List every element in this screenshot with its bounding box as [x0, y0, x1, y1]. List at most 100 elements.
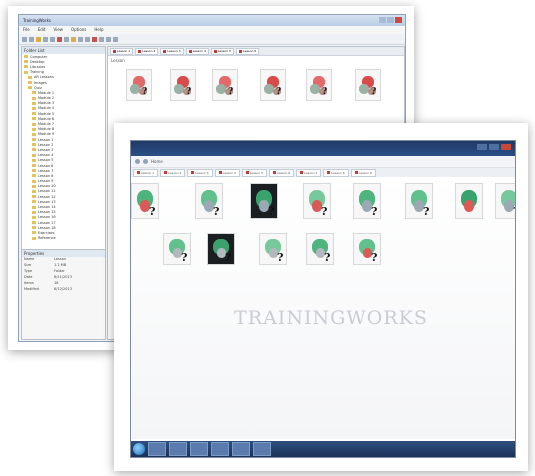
tree-item-label: Module 9 [38, 132, 55, 137]
tree-item-label: Computer [30, 54, 48, 59]
zoom-icon[interactable] [99, 36, 104, 42]
back-icon[interactable] [22, 36, 27, 42]
taskbar-app-2-icon[interactable] [169, 442, 187, 456]
front-window-controls [477, 144, 511, 150]
new-folder-icon[interactable] [71, 36, 76, 42]
lesson-thumbnail[interactable]: ? [207, 233, 235, 270]
back-icon[interactable] [135, 159, 140, 164]
tab-5[interactable]: Lesson 5 [210, 47, 235, 55]
tab-1[interactable]: Lesson 1 [133, 168, 159, 177]
folder-icon [32, 127, 36, 131]
folder-icon [24, 70, 28, 74]
lesson-thumbnail[interactable]: ? [163, 233, 191, 270]
tab-label: Lesson 4 [222, 170, 236, 175]
tab-1[interactable]: Lesson 1 [110, 47, 134, 55]
lesson-thumbnail[interactable]: ? [303, 183, 331, 224]
tab-3[interactable]: Lesson 3 [187, 168, 213, 177]
front-screenshot-card: Home Lesson 1 Lesson 2 Lesson 3 Lesson 4 Les… [114, 123, 528, 471]
lesson-thumbnail[interactable]: ? [212, 69, 238, 106]
lesson-thumbnail[interactable]: ? [126, 69, 152, 106]
lesson-thumbnail[interactable]: ? [306, 233, 334, 270]
folder-icon [32, 101, 36, 105]
tab-4[interactable]: Lesson 4 [185, 47, 209, 55]
lesson-thumbnail[interactable]: ? [260, 69, 286, 106]
tab-label: Lesson 5 [249, 170, 264, 175]
taskbar-app-3-icon[interactable] [190, 442, 208, 456]
folder-icon [28, 86, 32, 90]
search-icon[interactable] [85, 36, 90, 42]
lesson-thumbnail[interactable]: ? [306, 69, 332, 106]
lesson-thumbnail[interactable]: ? [259, 233, 287, 270]
tab-marker-icon [354, 171, 358, 174]
tab-2[interactable]: Lesson 2 [135, 47, 159, 55]
lesson-thumbnail[interactable]: ? [353, 233, 381, 270]
menu-help[interactable]: Help [94, 26, 103, 34]
lesson-thumbnail[interactable]: ? [170, 69, 196, 106]
folder-icon[interactable] [36, 36, 41, 42]
lesson-thumbnail[interactable]: ? [250, 183, 278, 224]
paste-icon[interactable] [50, 36, 55, 42]
delete-icon[interactable] [57, 36, 62, 42]
lesson-thumbnail[interactable]: ? [495, 183, 515, 224]
menu-file[interactable]: File [23, 26, 30, 34]
close-icon[interactable] [395, 17, 402, 23]
tab-6[interactable]: Lesson 6 [236, 47, 260, 55]
tab-marker-icon [239, 49, 243, 53]
lesson-thumbnail[interactable]: ? [405, 183, 433, 224]
grid-icon[interactable] [106, 36, 111, 42]
tree-item-label: Libraries [30, 64, 46, 69]
stop-icon[interactable] [92, 36, 97, 42]
thumbnail-image [306, 69, 332, 101]
forward-icon[interactable] [143, 159, 148, 164]
tab-marker-icon [273, 171, 277, 174]
tab-6[interactable]: Lesson 6 [269, 168, 295, 177]
refresh-icon[interactable] [78, 36, 83, 42]
lesson-thumbnail[interactable] [455, 183, 483, 224]
lesson-thumbnail[interactable]: ? [131, 183, 159, 224]
folder-icon [32, 132, 36, 136]
question-mark-icon: ? [513, 205, 515, 218]
tab-4[interactable]: Lesson 4 [214, 168, 240, 177]
back-toolbar [19, 34, 405, 45]
tab-7[interactable]: Lesson 7 [296, 168, 322, 177]
close-icon[interactable] [501, 144, 511, 150]
tab-2[interactable]: Lesson 2 [160, 168, 186, 177]
list-icon[interactable] [113, 36, 118, 42]
minimize-icon[interactable] [379, 17, 386, 23]
lesson-thumbnail[interactable]: ? [195, 183, 223, 224]
start-button-icon[interactable] [133, 443, 145, 455]
taskbar-app-4-icon[interactable] [211, 442, 229, 456]
folder-icon [32, 231, 36, 235]
taskbar-app-6-icon[interactable] [253, 442, 271, 456]
folder-icon [28, 75, 32, 79]
minimize-icon[interactable] [477, 144, 487, 150]
tree-item-label: Lesson 6 [38, 163, 54, 168]
tab-3[interactable]: Lesson 3 [160, 47, 184, 55]
taskbar-app-5-icon[interactable] [232, 442, 250, 456]
property-value: 6/12/2013 [54, 287, 72, 291]
tree-item-label: Training [30, 70, 44, 75]
tree-item-label: Lesson 3 [38, 147, 54, 152]
tree-item-label: Module 2 [38, 96, 55, 101]
tab-5[interactable]: Lesson 5 [241, 168, 268, 177]
menu-view[interactable]: View [53, 26, 63, 34]
view-icon[interactable] [64, 36, 69, 42]
address-text[interactable]: Home [151, 159, 163, 164]
maximize-icon[interactable] [489, 144, 499, 150]
lesson-thumbnail[interactable]: ? [353, 183, 381, 224]
forward-icon[interactable] [29, 36, 34, 42]
menu-options[interactable]: Options [71, 26, 86, 34]
tab-label: Lesson 3 [195, 170, 209, 175]
back-window-controls [379, 17, 402, 23]
maximize-icon[interactable] [387, 17, 394, 23]
question-mark-icon: ? [149, 205, 156, 218]
tree-item-label: Lesson 11 [38, 189, 56, 194]
tree-item[interactable]: Reference [22, 236, 105, 241]
back-window-titlebar: TrainingWorks [19, 15, 405, 26]
tab-9[interactable]: Lesson 9 [350, 168, 376, 177]
copy-icon[interactable] [43, 36, 48, 42]
menu-edit[interactable]: Edit [38, 26, 46, 34]
lesson-thumbnail[interactable]: ? [355, 69, 381, 106]
tab-8[interactable]: Lesson 8 [323, 168, 349, 177]
taskbar-app-1-icon[interactable] [148, 442, 166, 456]
